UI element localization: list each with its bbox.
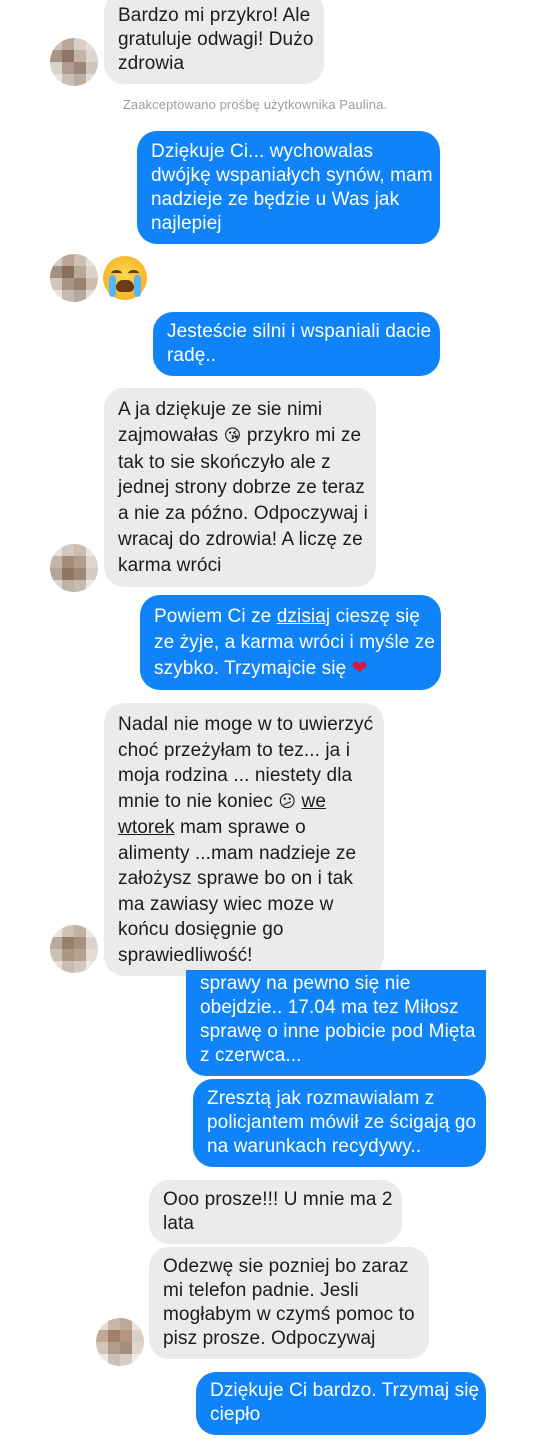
message-text: moja rodzina ... niestety dla: [118, 765, 353, 786]
message-text: radę..: [167, 345, 217, 366]
incoming-message: Ooo prosze!!! U mnie ma 2 lata: [149, 1180, 402, 1244]
contact-avatar[interactable]: [50, 544, 98, 592]
message-text: mogłabym w czymś pomoc to: [163, 1304, 415, 1325]
message-text: cieszę się: [330, 606, 421, 627]
message-text: wracaj do zdrowia! A liczę ze: [118, 528, 363, 550]
message-text: alimenty ...mam nadzieje ze: [118, 842, 357, 864]
incoming-message: Odezwę sie pozniej bo zaraz mi telefon p…: [149, 1247, 429, 1359]
crying-face-icon: [103, 256, 147, 300]
message-text: Dziękuje Ci... wychowalas: [151, 141, 374, 162]
message-text: Jesteście silni i wspaniali dacie: [167, 321, 432, 342]
incoming-message: Bardzo mi przykro! Ale gratuluje odwagi!…: [104, 0, 324, 84]
date-link[interactable]: wtorek: [118, 817, 175, 838]
message-text: sprawiedliwość!: [118, 944, 253, 966]
message-text: a nie za późno. Odpoczywaj i: [118, 503, 368, 525]
outgoing-message: Zresztą jak rozmawialam z policjantem mó…: [193, 1079, 486, 1167]
contact-avatar[interactable]: [50, 254, 98, 302]
message-text: na warunkach recydywy..: [207, 1136, 422, 1157]
message-text: z czerwca...: [200, 1045, 302, 1066]
outgoing-message: Jesteście silni i wspaniali dacie radę..: [153, 312, 440, 376]
message-text: mnie to nie koniec: [118, 790, 279, 812]
message-text: Ooo prosze!!! U mnie ma 2: [163, 1189, 393, 1210]
message-text: Nadal nie moge w to uwierzyć: [118, 714, 374, 735]
message-text: nadzieje ze będzie u Was jak: [151, 189, 400, 210]
message-text: gratuluje odwagi! Dużo: [118, 29, 314, 50]
contact-avatar[interactable]: [50, 38, 98, 86]
message-text: pisz prosze. Odpoczywaj: [163, 1328, 376, 1349]
message-text-line: zajmowałas 😘 przykro mi ze: [118, 423, 362, 450]
message-text: lata: [163, 1213, 195, 1234]
message-text: szybko. Trzymajcie się: [154, 658, 352, 679]
message-text: sprawę o inne pobicie pod Mięta: [200, 1021, 476, 1042]
message-text-line: szybko. Trzymajcie się ❤: [154, 656, 427, 682]
message-text: Powiem Ci ze: [154, 606, 277, 627]
confused-face-icon: 😕: [278, 791, 297, 812]
incoming-message: Nadal nie moge w to uwierzyć choć przeży…: [104, 703, 384, 976]
message-text: tak to sie skończyło ale z: [118, 451, 331, 473]
message-text: najlepiej: [151, 213, 222, 234]
message-text: Zresztą jak rozmawialam z: [207, 1088, 435, 1109]
message-text: Bardzo mi przykro! Ale: [118, 5, 311, 26]
message-text-line: wtorek mam sprawe o: [118, 815, 370, 841]
message-text: policjantem mówił ze ścigają go: [207, 1112, 477, 1133]
contact-avatar[interactable]: [96, 1318, 144, 1366]
kissing-face-icon: 😘: [223, 425, 242, 446]
message-text: sprawy na pewno się nie: [200, 973, 411, 994]
date-link[interactable]: dzisiaj: [277, 606, 331, 627]
message-text: ciepło: [210, 1404, 261, 1425]
message-text-line: Powiem Ci ze dzisiaj cieszę się: [154, 604, 427, 630]
message-text: mi telefon padnie. Jesli: [163, 1280, 359, 1301]
message-text: mam sprawe o: [174, 817, 306, 838]
message-text: choć przeżyłam to tez... ja i: [118, 739, 351, 761]
message-text: zajmowałas: [118, 424, 224, 446]
message-text: końcu dosięgnie go: [118, 919, 284, 940]
contact-avatar[interactable]: [50, 925, 98, 973]
incoming-message: A ja dziękuje ze sie nimi zajmowałas 😘 p…: [104, 388, 376, 587]
message-text: jednej strony dobrze ze teraz: [118, 477, 365, 499]
message-text: założysz sprawe bo on i tak: [118, 868, 354, 889]
message-text: karma wróci: [118, 554, 222, 576]
message-text: zdrowia: [118, 53, 185, 74]
message-text: przykro mi ze: [241, 424, 362, 446]
message-text: ze żyje, a karma wróci i myśle ze: [154, 632, 435, 653]
message-text: A ja dziękuje ze sie nimi: [118, 399, 323, 420]
message-text: dwójkę wspaniałych synów, mam: [151, 165, 433, 186]
system-notice: Zaakceptowano prośbę użytkownika Paulina…: [122, 97, 388, 112]
message-text: ma zawiasy wiec moze w: [118, 893, 334, 915]
outgoing-message: Powiem Ci ze dzisiaj cieszę się ze żyje,…: [140, 595, 441, 690]
outgoing-message: sprawy na pewno się nie obejdzie.. 17.04…: [186, 970, 486, 1076]
date-link[interactable]: we: [302, 791, 327, 812]
message-text: Dziękuje Ci bardzo. Trzymaj się: [210, 1380, 480, 1401]
message-text: Odezwę sie pozniej bo zaraz: [163, 1256, 409, 1277]
outgoing-message: Dziękuje Ci... wychowalas dwójkę wspania…: [137, 131, 440, 244]
outgoing-message: Dziękuje Ci bardzo. Trzymaj się ciepło: [196, 1372, 486, 1435]
message-text-line: mnie to nie koniec 😕 we: [118, 789, 370, 816]
heart-icon: ❤: [351, 658, 368, 679]
message-text: obejdzie.. 17.04 ma tez Miłosz: [200, 997, 459, 1018]
